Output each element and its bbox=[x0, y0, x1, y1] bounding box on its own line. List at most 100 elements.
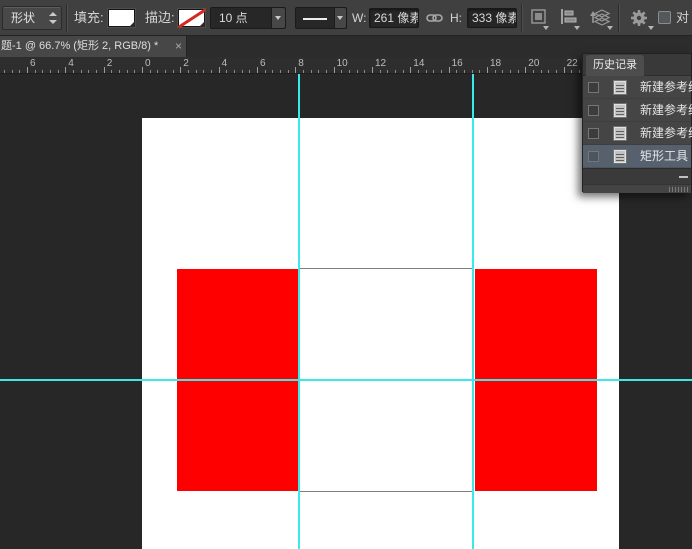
ruler-tick bbox=[27, 67, 28, 73]
toolbar-separator bbox=[66, 4, 67, 32]
swatch-dropdown-icon bbox=[129, 21, 135, 27]
history-item-label: 矩形工具 bbox=[640, 145, 688, 168]
square-icon bbox=[531, 9, 546, 24]
ruler-tick bbox=[242, 70, 243, 73]
ruler-tick bbox=[203, 70, 204, 73]
document-page-icon bbox=[613, 80, 627, 95]
document-tab[interactable]: 题-1 @ 66.7% (矩形 2, RGB/8) * × bbox=[0, 36, 187, 57]
ruler-tick bbox=[249, 70, 250, 73]
resize-grip-icon[interactable] bbox=[669, 187, 689, 192]
ruler-tick bbox=[196, 70, 197, 73]
link-dimensions-button[interactable] bbox=[426, 11, 443, 25]
history-panel-tab[interactable]: 历史记录 bbox=[586, 55, 644, 76]
ruler-label: 14 bbox=[413, 58, 424, 69]
history-item[interactable]: 新建参考线 bbox=[583, 122, 691, 145]
ruler-label: 12 bbox=[375, 58, 386, 69]
history-item[interactable]: 新建参考线 bbox=[583, 76, 691, 99]
history-source-checkbox[interactable] bbox=[588, 105, 599, 116]
ruler-tick bbox=[157, 70, 158, 73]
ruler-tick bbox=[525, 67, 526, 73]
ruler-tick bbox=[426, 70, 427, 73]
history-panel-header: 历史记录 bbox=[583, 54, 691, 76]
ruler-tick bbox=[410, 67, 411, 73]
ruler-label: 0 bbox=[145, 58, 151, 69]
ruler-tick bbox=[257, 67, 258, 73]
ruler-tick bbox=[372, 67, 373, 73]
history-item-selected[interactable]: 矩形工具 bbox=[583, 145, 691, 168]
ruler-tick bbox=[479, 70, 480, 73]
ruler-tick bbox=[58, 70, 59, 73]
ruler-label: 6 bbox=[30, 58, 36, 69]
history-panel-footer bbox=[583, 168, 691, 184]
ruler-tick bbox=[334, 67, 335, 73]
up-down-arrows-icon bbox=[49, 12, 56, 24]
ruler-tick bbox=[288, 70, 289, 73]
ruler-tick bbox=[50, 70, 51, 73]
close-icon[interactable]: × bbox=[175, 36, 182, 56]
ruler-label: 22 bbox=[567, 58, 578, 69]
history-source-checkbox[interactable] bbox=[588, 151, 599, 162]
ruler-label: 4 bbox=[222, 58, 228, 69]
path-arrangement-button[interactable] bbox=[589, 7, 611, 27]
width-label: W: bbox=[352, 0, 366, 36]
ruler-tick bbox=[219, 67, 220, 73]
ruler-tick bbox=[211, 70, 212, 73]
ruler-tick bbox=[502, 70, 503, 73]
photoshop-window: 形状 填充: 描边: 10 点 W: 261 像素 bbox=[0, 0, 692, 549]
ruler-tick bbox=[96, 70, 97, 73]
solid-line-preview-icon bbox=[303, 18, 327, 20]
ruler-label: 4 bbox=[68, 58, 74, 69]
ruler-tick bbox=[73, 70, 74, 73]
stroke-color-swatch[interactable] bbox=[178, 9, 205, 27]
history-item[interactable]: 新建参考线 bbox=[583, 99, 691, 122]
path-alignment-button[interactable] bbox=[560, 9, 577, 24]
chevron-down-icon bbox=[334, 8, 346, 28]
history-item-label: 新建参考线 bbox=[640, 122, 692, 145]
document-tab-title: 题-1 @ 66.7% (矩形 2, RGB/8) * bbox=[1, 36, 169, 57]
ruler-tick bbox=[119, 70, 120, 73]
history-panel-resize-bar bbox=[583, 184, 691, 193]
document-page-icon bbox=[613, 149, 627, 164]
ruler-tick bbox=[180, 67, 181, 73]
shape-width-input[interactable]: 261 像素 bbox=[369, 8, 419, 28]
ruler-tick bbox=[472, 70, 473, 73]
stroke-label: 描边: bbox=[145, 0, 175, 36]
ruler-tick bbox=[19, 70, 20, 73]
ruler-tick bbox=[265, 70, 266, 73]
history-source-checkbox[interactable] bbox=[588, 82, 599, 93]
tool-mode-dropdown[interactable]: 形状 bbox=[2, 6, 62, 30]
ruler-tick bbox=[150, 70, 151, 73]
ruler-tick bbox=[456, 70, 457, 73]
shape-height-input[interactable]: 333 像素 bbox=[467, 8, 517, 28]
ruler-tick bbox=[541, 70, 542, 73]
ruler-label: 2 bbox=[107, 58, 113, 69]
tool-mode-value: 形状 bbox=[11, 7, 35, 29]
guide-horizontal-1[interactable] bbox=[0, 379, 692, 381]
stroke-type-dropdown[interactable] bbox=[295, 7, 347, 29]
stroke-width-value: 10 点 bbox=[219, 8, 248, 28]
ruler-tick bbox=[464, 70, 465, 73]
stroke-width-dropdown[interactable]: 10 点 bbox=[210, 7, 286, 29]
ruler-tick bbox=[81, 70, 82, 73]
history-source-checkbox[interactable] bbox=[588, 128, 599, 139]
geometry-settings-button[interactable] bbox=[629, 8, 649, 28]
ruler-tick bbox=[134, 70, 135, 73]
swatch-dropdown-icon bbox=[199, 21, 205, 27]
guide-vertical-1[interactable] bbox=[298, 74, 300, 549]
path-operations-button[interactable] bbox=[531, 9, 546, 24]
ruler-tick bbox=[518, 70, 519, 73]
ruler-label: 16 bbox=[452, 58, 463, 69]
guide-vertical-2[interactable] bbox=[472, 74, 474, 549]
ruler-label: 18 bbox=[490, 58, 501, 69]
ruler-tick bbox=[272, 70, 273, 73]
clipped-footer-button-icon[interactable] bbox=[679, 176, 688, 178]
ruler-tick bbox=[12, 70, 13, 73]
ruler-tick bbox=[364, 70, 365, 73]
ruler-label: 8 bbox=[298, 58, 304, 69]
ruler-tick bbox=[188, 70, 189, 73]
ruler-tick bbox=[395, 70, 396, 73]
align-edges-checkbox[interactable] bbox=[658, 11, 671, 24]
fill-color-swatch[interactable] bbox=[108, 9, 135, 27]
shape-width-value: 261 像素 bbox=[374, 9, 419, 27]
ruler-label: 10 bbox=[337, 58, 348, 69]
